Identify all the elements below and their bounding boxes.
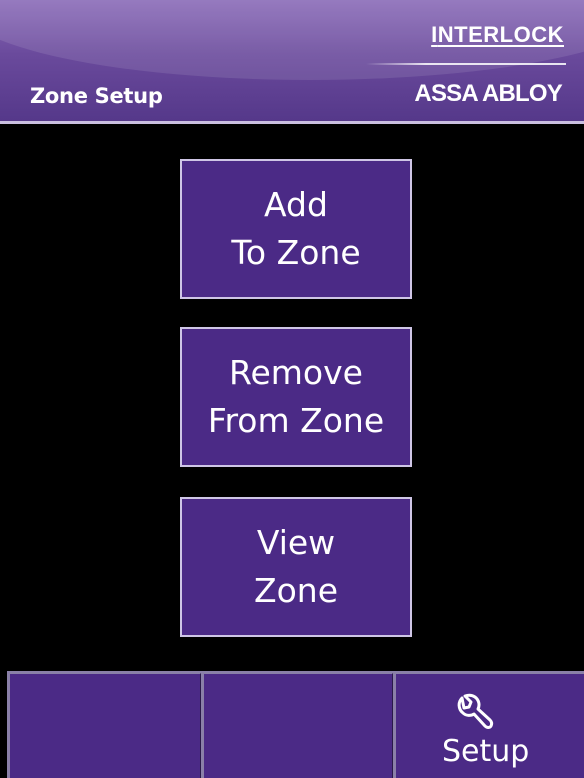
setup-tab-label: Setup	[442, 734, 530, 769]
interlock-logo: INTERLOCK	[431, 22, 564, 48]
footer-tab-2[interactable]	[201, 671, 395, 778]
add-to-zone-label-line2: To Zone	[231, 233, 361, 272]
view-zone-label-line2: Zone	[253, 571, 338, 610]
add-to-zone-label-line1: Add	[264, 185, 328, 224]
interlock-logo-rest: NTERLOCK	[437, 22, 564, 47]
view-zone-label-line1: View	[256, 523, 336, 562]
remove-from-zone-label-line2: From Zone	[207, 401, 385, 440]
wrench-icon	[457, 693, 494, 729]
footer-tab-setup[interactable]: Setup	[393, 671, 584, 778]
footer-tab-1[interactable]	[7, 671, 203, 778]
logo-divider	[366, 63, 566, 65]
assa-abloy-logo: ASSA ABLOY	[414, 80, 562, 107]
add-to-zone-button[interactable]: Add To Zone	[180, 159, 412, 299]
remove-from-zone-button[interactable]: Remove From Zone	[180, 327, 412, 467]
app-header: Zone Setup INTERLOCK ASSA ABLOY	[0, 0, 584, 124]
interlock-logo-initial: I	[431, 22, 438, 47]
page-title: Zone Setup	[30, 84, 163, 108]
remove-from-zone-label-line1: Remove	[229, 353, 363, 392]
view-zone-button[interactable]: View Zone	[180, 497, 412, 637]
